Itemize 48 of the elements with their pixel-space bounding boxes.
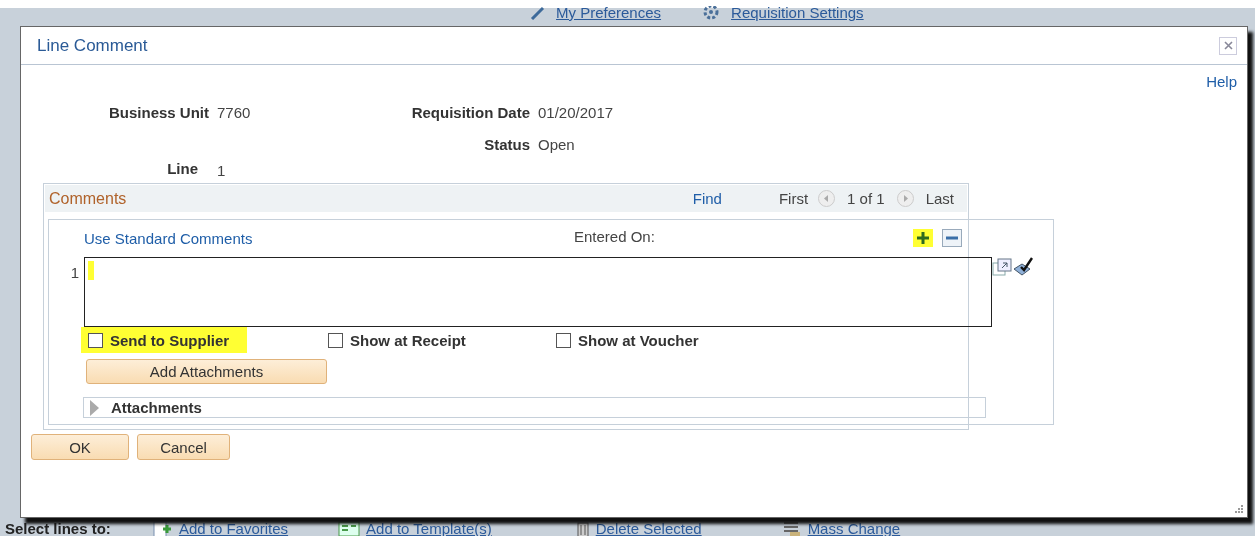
- spell-check-icon[interactable]: [1012, 257, 1034, 277]
- dialog-title: Line Comment: [37, 35, 148, 56]
- action-link[interactable]: Add to Favorites: [178, 520, 289, 536]
- plus-icon: [917, 232, 929, 244]
- field-value: Open: [538, 135, 576, 153]
- add-row-button[interactable]: [913, 229, 933, 247]
- section-title: Comments: [49, 189, 127, 208]
- resize-grip-icon[interactable]: [1234, 504, 1244, 514]
- template-icon: [338, 520, 361, 536]
- field-label: Business Unit: [107, 103, 209, 121]
- entered-on-label: Entered On:: [574, 228, 656, 245]
- field-value: 01/20/2017: [538, 103, 615, 121]
- checkbox[interactable]: [556, 332, 571, 348]
- toolbar-link[interactable]: My Preferences: [556, 4, 662, 21]
- minus-icon: [946, 236, 958, 240]
- checkbox-label: Show at Voucher: [578, 331, 699, 349]
- dialog-button[interactable]: OK: [31, 434, 129, 460]
- field-label: Line: [166, 159, 198, 177]
- checkbox-label: Send to Supplier: [110, 331, 230, 349]
- toolbar-link[interactable]: Requisition Settings: [731, 4, 864, 21]
- list-edit-icon: [781, 520, 802, 536]
- pencil-icon: [530, 5, 546, 20]
- dialog-button[interactable]: Cancel: [137, 434, 230, 460]
- checkbox-label: Show at Receipt: [350, 331, 466, 349]
- trash-icon: [575, 520, 590, 536]
- checkbox[interactable]: [328, 332, 343, 348]
- delete-row-button[interactable]: [942, 229, 962, 247]
- attachments-bar[interactable]: Attachments: [83, 397, 986, 418]
- action-link[interactable]: Delete Selected: [595, 520, 702, 536]
- field-value: 1: [217, 161, 227, 179]
- field-value: 7760: [217, 103, 252, 121]
- close-button[interactable]: [1219, 36, 1237, 55]
- first-label: First: [778, 190, 809, 207]
- last-label: Last: [925, 190, 954, 207]
- field-label: Status: [483, 135, 530, 153]
- find-link[interactable]: Find: [692, 190, 722, 207]
- page-count: 1 of 1: [847, 190, 885, 207]
- plus-page-icon: [152, 520, 173, 536]
- standard-comments-link[interactable]: Use Standard Comments: [84, 230, 574, 247]
- add-attachments-button[interactable]: Add Attachments: [86, 359, 327, 384]
- help-link[interactable]: Help: [1206, 73, 1237, 91]
- comment-field[interactable]: [84, 257, 992, 327]
- row-number: 1: [69, 264, 80, 281]
- field-label: Requisition Date: [410, 103, 530, 121]
- close-icon: [1223, 41, 1233, 50]
- select-lines-label: Select lines to:: [5, 520, 111, 536]
- attachments-label: Attachments: [111, 399, 202, 416]
- checkbox[interactable]: [88, 332, 103, 348]
